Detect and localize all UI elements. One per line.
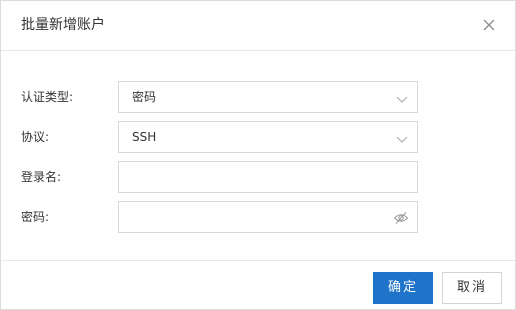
login-name-row: 登录名: [1, 161, 515, 193]
login-name-input[interactable] [118, 161, 418, 193]
chevron-down-icon [395, 131, 409, 143]
protocol-row: 协议: SSH [1, 121, 515, 153]
dialog-footer: 确定 取消 [1, 260, 515, 309]
protocol-value: SSH [132, 130, 157, 144]
login-name-label: 登录名: [21, 170, 62, 184]
cancel-button[interactable]: 取消 [442, 272, 502, 304]
batch-add-account-dialog: 批量新增账户 认证类型: 密码 协议: SSH 登录名: 密码: 确定 取消 [0, 0, 516, 310]
chevron-down-icon [395, 91, 409, 103]
auth-type-label: 认证类型: [21, 90, 74, 104]
auth-type-value: 密码 [132, 90, 157, 104]
auth-type-select[interactable]: 密码 [118, 81, 418, 113]
password-label: 密码: [21, 210, 50, 224]
eye-hidden-icon[interactable] [393, 210, 409, 224]
dialog-title: 批量新增账户 [21, 17, 105, 33]
close-icon[interactable] [479, 15, 499, 35]
dialog-header: 批量新增账户 [1, 1, 515, 51]
password-row: 密码: [1, 201, 515, 233]
auth-type-row: 认证类型: 密码 [1, 81, 515, 113]
confirm-button[interactable]: 确定 [373, 272, 433, 304]
protocol-label: 协议: [21, 130, 50, 144]
password-input[interactable] [118, 201, 418, 233]
protocol-select[interactable]: SSH [118, 121, 418, 153]
dialog-body: 认证类型: 密码 协议: SSH 登录名: 密码: [1, 51, 515, 261]
